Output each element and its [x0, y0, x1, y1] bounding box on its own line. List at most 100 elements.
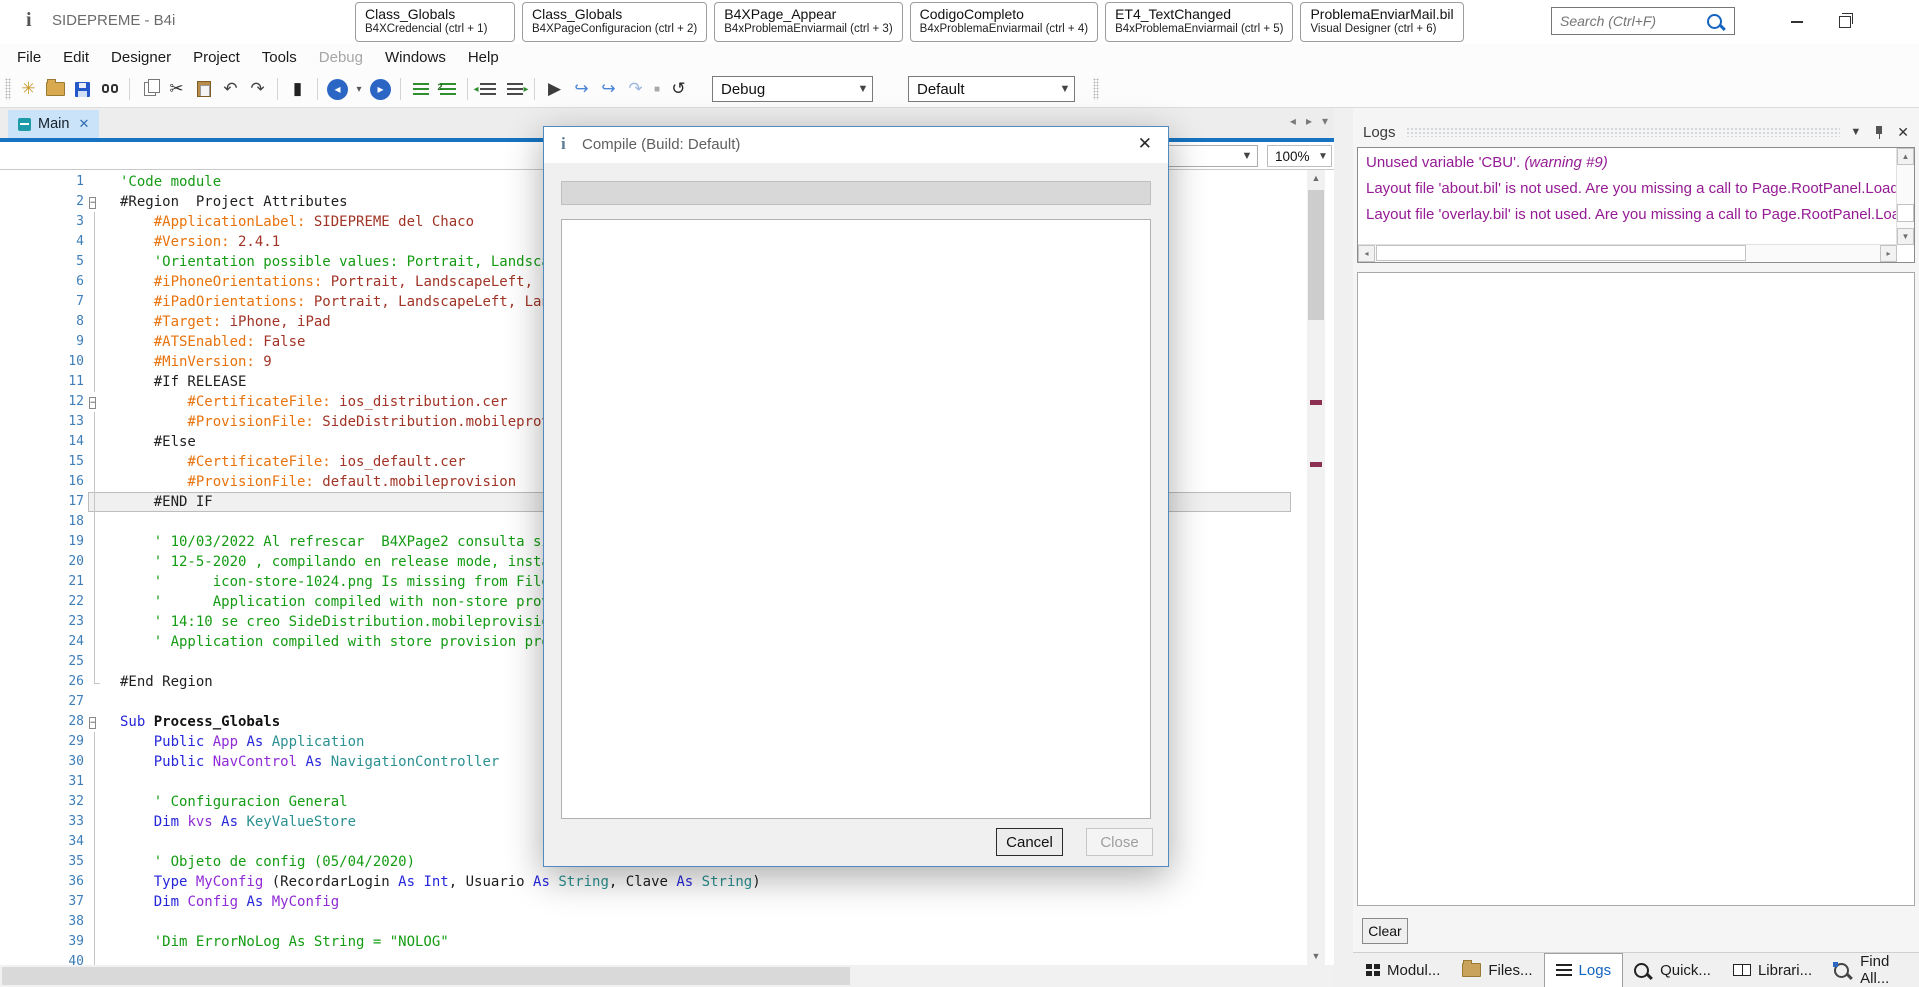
- doc-tab-6[interactable]: ProblemaEnviarMail.bilVisual Designer (c…: [1300, 2, 1463, 42]
- log-entry[interactable]: Layout file 'about.bil' is not used. Are…: [1366, 176, 1896, 202]
- editor-tab-main[interactable]: Main ✕: [8, 110, 99, 138]
- step-over-icon[interactable]: ↪: [596, 76, 621, 102]
- doc-tab-1[interactable]: Class_GlobalsB4XCredencial (ctrl + 1): [355, 2, 515, 42]
- log-entry[interactable]: Layout file 'overlay.bil' is not used. A…: [1366, 202, 1896, 228]
- menu-item-project[interactable]: Project: [182, 49, 251, 66]
- tab-list-dropdown-icon[interactable]: ▾: [1322, 114, 1328, 128]
- chevron-down-icon: ▼: [1056, 83, 1074, 95]
- comment-lines-icon[interactable]: [435, 76, 460, 102]
- doc-tab-4[interactable]: CodigoCompletoB4xProblemaEnviarmail (ctr…: [910, 2, 1098, 42]
- collapse-region-icon[interactable]: −: [89, 717, 96, 729]
- panel-menu-chevron-icon[interactable]: ▼: [1850, 126, 1861, 138]
- menu-item-designer[interactable]: Designer: [100, 49, 182, 66]
- editor-vertical-scrollbar[interactable]: ▲ ▼: [1307, 170, 1325, 965]
- collapse-region-icon[interactable]: −: [89, 397, 96, 409]
- doc-tab-title: CodigoCompleto: [920, 6, 1088, 22]
- fold-box-marker[interactable]: −: [88, 192, 104, 212]
- bookmark-icon[interactable]: ▮: [285, 76, 310, 102]
- toolbar-separator: [129, 78, 130, 100]
- panel-splitter[interactable]: [1334, 108, 1353, 987]
- clear-logs-button[interactable]: Clear: [1362, 918, 1408, 944]
- save-icon[interactable]: [70, 76, 95, 102]
- menu-item-help[interactable]: Help: [457, 49, 510, 66]
- bottom-tab-findall[interactable]: Find All...: [1823, 953, 1919, 987]
- bottom-tab-modul[interactable]: Modul...: [1355, 953, 1451, 987]
- log-vertical-scrollbar[interactable]: ▲ ▼: [1896, 148, 1914, 245]
- code-line-38[interactable]: 38: [0, 912, 1307, 932]
- collapse-region-icon[interactable]: −: [89, 197, 96, 209]
- cut-icon[interactable]: ✂: [164, 76, 189, 102]
- cancel-button[interactable]: Cancel: [996, 828, 1063, 856]
- menu-item-file[interactable]: File: [6, 49, 52, 66]
- bottom-tab-files[interactable]: Files...: [1451, 953, 1543, 987]
- navigate-back-icon[interactable]: ◂: [325, 76, 350, 102]
- doc-tab-2[interactable]: Class_GlobalsB4XPageConfiguracion (ctrl …: [522, 2, 707, 42]
- scroll-down-icon[interactable]: ▼: [1307, 948, 1325, 965]
- scroll-tabs-right-icon[interactable]: ▸: [1306, 114, 1312, 128]
- code-line-36[interactable]: 36 Type MyConfig (RecordarLogin As Int, …: [0, 872, 1307, 892]
- debug-mode-select[interactable]: Debug ▼: [712, 76, 873, 102]
- editor-zoom-select[interactable]: 100% ▼: [1267, 145, 1332, 167]
- vertical-scroll-thumb[interactable]: [1308, 190, 1324, 320]
- doc-tab-3[interactable]: B4XPage_AppearB4xProblemaEnviarmail (ctr…: [714, 2, 902, 42]
- menu-item-debug[interactable]: Debug: [308, 49, 374, 66]
- find-icon[interactable]: [97, 76, 122, 102]
- step-into-icon[interactable]: ↪: [569, 76, 594, 102]
- navigate-forward-icon[interactable]: ▸: [368, 76, 393, 102]
- menu-item-edit[interactable]: Edit: [52, 49, 100, 66]
- doc-tab-title: ET4_TextChanged: [1115, 6, 1283, 22]
- vertical-scroll-thumb[interactable]: [1897, 204, 1914, 222]
- close-dialog-icon[interactable]: ✕: [1138, 134, 1152, 154]
- search-box[interactable]: [1551, 7, 1735, 35]
- open-project-icon[interactable]: [43, 76, 68, 102]
- outdent-icon[interactable]: [475, 76, 500, 102]
- format-lines-icon[interactable]: [408, 76, 433, 102]
- back-history-dropdown-icon[interactable]: ▾: [352, 76, 366, 102]
- doc-tab-5[interactable]: ET4_TextChangedB4xProblemaEnviarmail (ct…: [1105, 2, 1293, 42]
- close-tab-icon[interactable]: ✕: [78, 116, 89, 132]
- new-module-icon[interactable]: ✳: [16, 76, 41, 102]
- paste-icon[interactable]: [191, 76, 216, 102]
- copy-icon[interactable]: [137, 76, 162, 102]
- search-input[interactable]: [1552, 13, 1707, 29]
- log-horizontal-scrollbar[interactable]: ◂ ▸: [1358, 244, 1897, 262]
- fold-box-marker[interactable]: −: [88, 712, 104, 732]
- log-output-box[interactable]: Unused variable 'CBU'. (warning #9)Layou…: [1357, 147, 1915, 263]
- window-maximize-button[interactable]: [1821, 0, 1869, 44]
- secondary-log-box[interactable]: [1357, 272, 1915, 906]
- bottom-tab-logs[interactable]: Logs: [1544, 953, 1624, 987]
- pin-panel-icon[interactable]: [1874, 125, 1884, 139]
- code-text: ' icon-store-1024.png Is missing from Fi…: [104, 572, 584, 592]
- window-minimize-button[interactable]: [1773, 0, 1821, 44]
- horizontal-scroll-thumb[interactable]: [1376, 245, 1746, 261]
- fold-box-marker[interactable]: −: [88, 392, 104, 412]
- redo-icon[interactable]: ↷: [245, 76, 270, 102]
- step-out-icon[interactable]: ↷: [623, 76, 648, 102]
- pause-icon[interactable]: ■: [650, 76, 664, 102]
- restart-icon[interactable]: ↺: [666, 76, 691, 102]
- scroll-up-icon[interactable]: ▲: [1307, 170, 1325, 187]
- code-line-37[interactable]: 37 Dim Config As MyConfig: [0, 892, 1307, 912]
- scroll-down-icon[interactable]: ▼: [1897, 228, 1914, 245]
- bottom-tab-librari[interactable]: Librari...: [1722, 953, 1823, 987]
- log-entry[interactable]: Unused variable 'CBU'. (warning #9): [1366, 150, 1896, 176]
- bottom-tab-quick[interactable]: Quick...: [1623, 953, 1722, 987]
- run-icon[interactable]: ▶: [542, 76, 567, 102]
- code-line-40[interactable]: 40: [0, 952, 1307, 965]
- menu-item-tools[interactable]: Tools: [251, 49, 308, 66]
- scroll-right-icon[interactable]: ▸: [1880, 245, 1897, 262]
- build-configuration-select[interactable]: Default ▼: [908, 76, 1075, 102]
- compile-dialog-titlebar[interactable]: i Compile (Build: Default) ✕: [544, 127, 1168, 163]
- code-line-39[interactable]: 39 'Dim ErrorNoLog As String = "NOLOG": [0, 932, 1307, 952]
- indent-icon[interactable]: [502, 76, 527, 102]
- horizontal-scroll-thumb[interactable]: [2, 967, 850, 985]
- editor-horizontal-scrollbar[interactable]: [0, 965, 1334, 987]
- scroll-left-icon[interactable]: ◂: [1358, 245, 1375, 262]
- undo-icon[interactable]: ↶: [218, 76, 243, 102]
- scroll-up-icon[interactable]: ▲: [1897, 148, 1914, 165]
- window-close-button[interactable]: [1869, 0, 1917, 44]
- menu-item-windows[interactable]: Windows: [374, 49, 457, 66]
- compile-output-list[interactable]: [561, 219, 1151, 819]
- scroll-tabs-left-icon[interactable]: ◂: [1290, 114, 1296, 128]
- close-panel-icon[interactable]: ✕: [1897, 124, 1909, 141]
